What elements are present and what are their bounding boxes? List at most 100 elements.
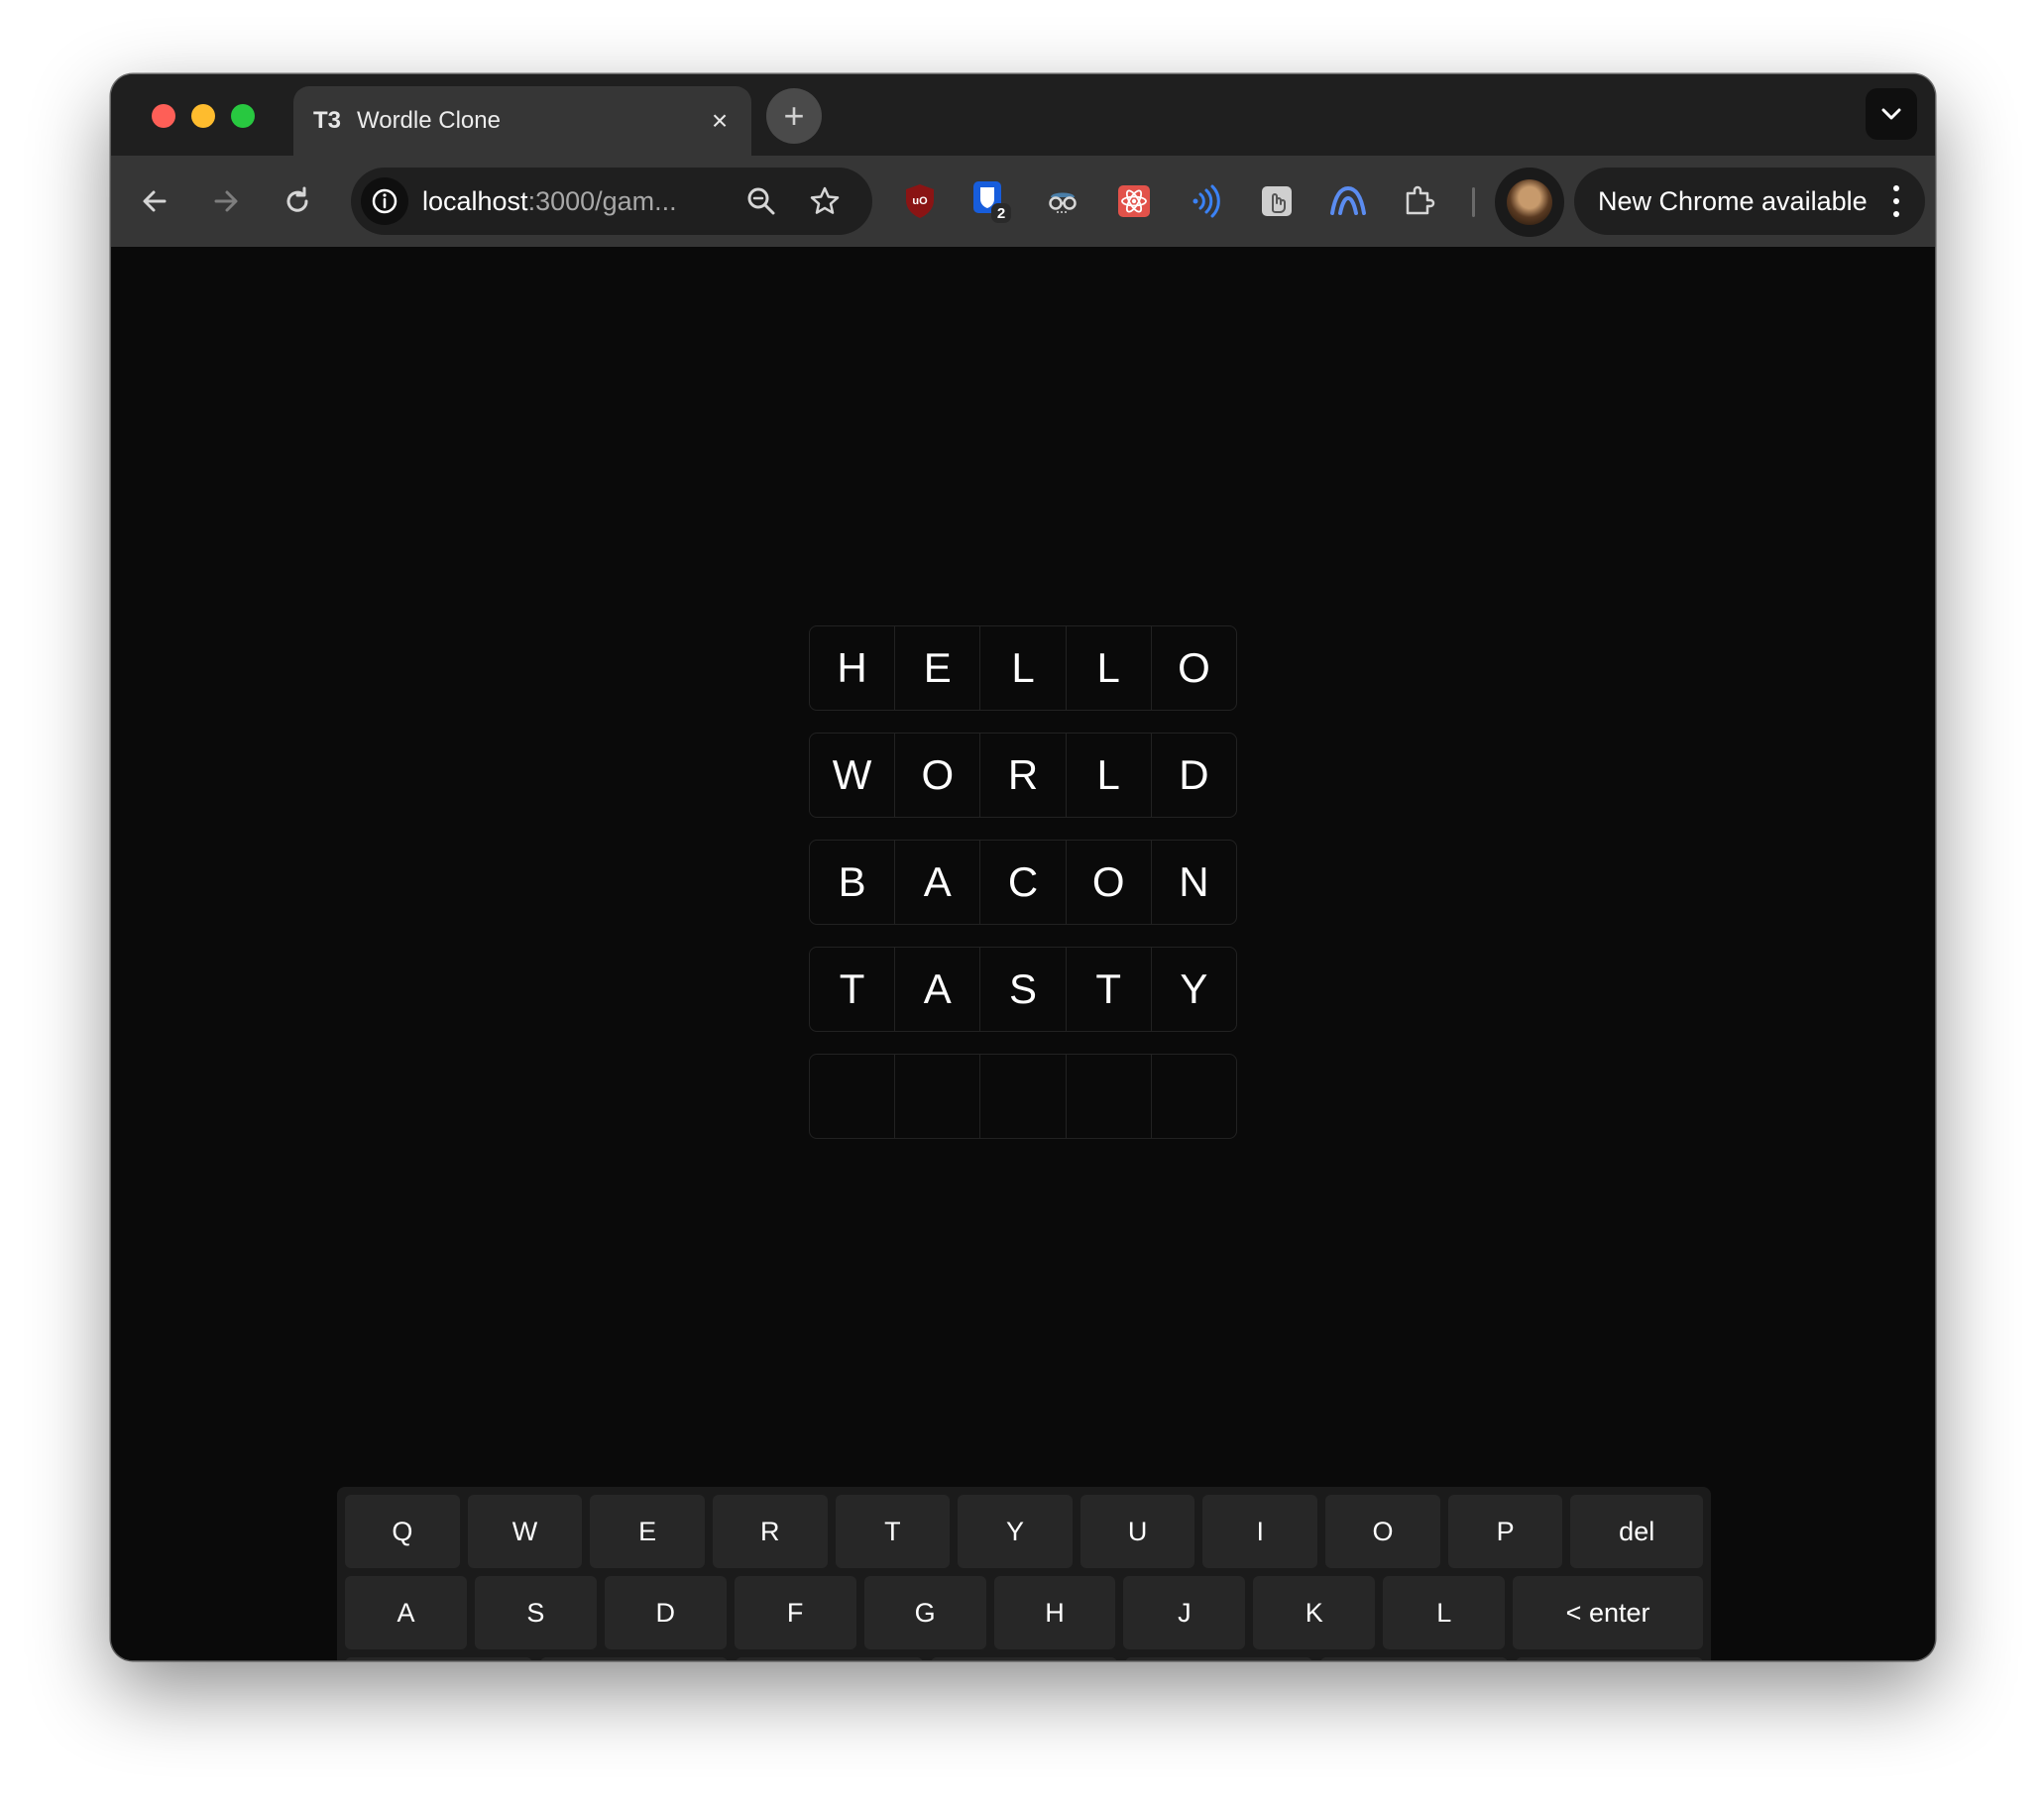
key-l[interactable]: L bbox=[1383, 1576, 1506, 1649]
key-j[interactable]: J bbox=[1123, 1576, 1246, 1649]
bookmark-button[interactable] bbox=[809, 185, 841, 217]
letter-tile: O bbox=[1178, 644, 1210, 691]
tab-search-button[interactable] bbox=[1866, 88, 1917, 140]
letter-tile: A bbox=[895, 948, 981, 1031]
toolbar: localhost:3000/gam... uO 2 New Chrome av… bbox=[111, 156, 1935, 247]
toolbar-divider bbox=[1472, 187, 1475, 217]
key-c[interactable]: C bbox=[735, 1657, 923, 1660]
chevron-down-icon bbox=[1881, 108, 1901, 120]
url-host: localhost bbox=[422, 185, 528, 216]
enter-key[interactable]: < enter bbox=[1513, 1576, 1704, 1649]
key-q[interactable]: Q bbox=[345, 1495, 460, 1568]
key-i[interactable]: I bbox=[1202, 1495, 1318, 1568]
wifi-waves-icon bbox=[1192, 184, 1220, 218]
letter-tile bbox=[980, 1055, 1067, 1138]
key-g[interactable]: G bbox=[863, 1576, 986, 1649]
reload-button[interactable] bbox=[276, 179, 319, 223]
avatar bbox=[1507, 179, 1552, 225]
puzzle-extensions-icon bbox=[1406, 185, 1435, 215]
arc-extension[interactable] bbox=[1328, 179, 1368, 223]
site-info-button[interactable] bbox=[361, 177, 408, 225]
key-u[interactable]: U bbox=[1079, 1495, 1195, 1568]
react-devtools-icon bbox=[1118, 185, 1150, 217]
kebab-menu-icon[interactable] bbox=[1891, 185, 1901, 217]
chrome-update-button[interactable]: New Chrome available bbox=[1574, 168, 1925, 235]
bitwarden-icon: 2 bbox=[973, 181, 1011, 223]
tab-title: Wordle Clone bbox=[357, 107, 501, 134]
t3-favicon-icon: T3 bbox=[312, 107, 341, 134]
close-tab-icon[interactable]: × bbox=[706, 107, 734, 135]
key-r[interactable]: R bbox=[712, 1495, 828, 1568]
address-bar[interactable]: localhost:3000/gam... bbox=[351, 168, 872, 235]
ublock-extension[interactable]: uO bbox=[900, 179, 940, 223]
key-a[interactable]: A bbox=[345, 1576, 467, 1649]
keyboard-row-1: Q W E R T Y U I O P del bbox=[345, 1495, 1703, 1568]
browser-window: T3 Wordle Clone × + localhost:3000/gam..… bbox=[111, 74, 1935, 1660]
wifi-extension[interactable] bbox=[1186, 179, 1225, 223]
guess-row-5 bbox=[809, 1054, 1237, 1139]
spy-extension[interactable] bbox=[1043, 179, 1082, 223]
key-p[interactable]: P bbox=[1447, 1495, 1563, 1568]
letter-tile: R bbox=[980, 734, 1067, 817]
key-k[interactable]: K bbox=[1253, 1576, 1376, 1649]
key-o[interactable]: O bbox=[1325, 1495, 1440, 1568]
key-m[interactable]: M bbox=[1516, 1657, 1704, 1660]
maximize-window-button[interactable] bbox=[231, 104, 255, 128]
minimize-window-button[interactable] bbox=[191, 104, 215, 128]
key-h[interactable]: H bbox=[993, 1576, 1116, 1649]
guess-row-4: T A S T Y bbox=[809, 947, 1237, 1032]
delete-key[interactable]: del bbox=[1570, 1495, 1703, 1568]
key-f[interactable]: F bbox=[734, 1576, 856, 1649]
key-z[interactable]: Z bbox=[345, 1657, 532, 1660]
zoom-button[interactable] bbox=[745, 185, 777, 217]
key-t[interactable]: T bbox=[835, 1495, 951, 1568]
key-s[interactable]: S bbox=[474, 1576, 597, 1649]
reload-icon bbox=[286, 186, 308, 212]
back-arrow-icon bbox=[143, 190, 167, 212]
gesture-extension[interactable] bbox=[1257, 179, 1297, 223]
new-tab-button[interactable]: + bbox=[766, 88, 822, 144]
extension-badge: 2 bbox=[997, 205, 1005, 222]
letter-tile bbox=[895, 1055, 981, 1138]
key-v[interactable]: V bbox=[930, 1657, 1118, 1660]
letter-tile: T bbox=[810, 948, 896, 1031]
url-path: :3000/gam... bbox=[527, 185, 677, 216]
back-button[interactable] bbox=[133, 179, 176, 223]
letter-tile: B bbox=[810, 841, 896, 924]
key-n[interactable]: N bbox=[1320, 1657, 1509, 1660]
key-w[interactable]: W bbox=[467, 1495, 583, 1568]
tab-wordle-clone[interactable]: T3 Wordle Clone × bbox=[293, 86, 751, 156]
key-x[interactable]: X bbox=[539, 1657, 728, 1660]
close-window-button[interactable] bbox=[152, 104, 175, 128]
guess-row-2: W O R L D bbox=[809, 733, 1237, 818]
arc-icon bbox=[1330, 185, 1366, 215]
letter-tile bbox=[810, 1055, 896, 1138]
letter-tile: A bbox=[895, 841, 981, 924]
profile-button[interactable] bbox=[1495, 168, 1564, 237]
forward-button[interactable] bbox=[204, 179, 248, 223]
letter-tile: N bbox=[1179, 858, 1209, 905]
key-y[interactable]: Y bbox=[958, 1495, 1073, 1568]
key-e[interactable]: E bbox=[590, 1495, 705, 1568]
ublock-label: uO bbox=[912, 195, 928, 207]
extensions-menu-button[interactable] bbox=[1400, 179, 1439, 223]
on-screen-keyboard: Q W E R T Y U I O P del A S D F G H J K bbox=[337, 1487, 1711, 1660]
letter-tile: D bbox=[1179, 751, 1209, 798]
key-b[interactable]: B bbox=[1125, 1657, 1313, 1660]
info-icon bbox=[372, 188, 397, 214]
keyboard-row-3: Z X C V B N M bbox=[345, 1657, 1704, 1660]
letter-tile: O bbox=[895, 734, 981, 817]
game-board: H E L L O W O R L D B A C O N T A S T Y bbox=[809, 625, 1237, 1161]
update-label: New Chrome available bbox=[1598, 185, 1868, 216]
bitwarden-extension[interactable]: 2 bbox=[971, 179, 1011, 223]
bookmark-star-icon bbox=[810, 186, 840, 214]
spy-glasses-icon bbox=[1049, 192, 1077, 213]
letter-tile: T bbox=[1067, 948, 1152, 1031]
key-d[interactable]: D bbox=[604, 1576, 727, 1649]
letter-tile: O bbox=[1067, 841, 1152, 924]
forward-arrow-icon bbox=[214, 190, 238, 212]
letter-tile bbox=[1152, 1055, 1236, 1138]
react-devtools-extension[interactable] bbox=[1114, 179, 1154, 223]
zoom-icon bbox=[747, 187, 775, 215]
letter-tile: Y bbox=[1180, 965, 1208, 1012]
